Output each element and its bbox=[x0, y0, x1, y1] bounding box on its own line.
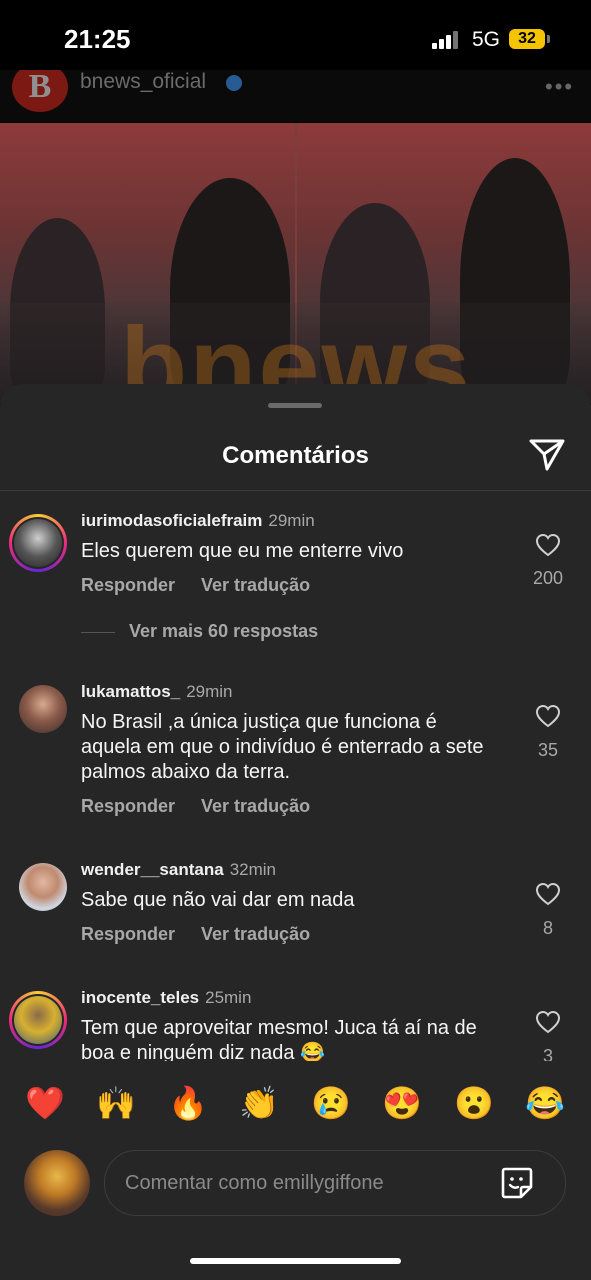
emoji-raised-hands[interactable]: 🙌 bbox=[96, 1084, 136, 1122]
like-count: 35 bbox=[537, 740, 559, 760]
comment-text: Tem que aproveitar mesmo! Juca tá aí na … bbox=[81, 1017, 477, 1061]
heart-icon[interactable] bbox=[535, 882, 561, 906]
drag-handle[interactable] bbox=[268, 403, 322, 408]
comment-text: Sabe que não vai dar em nada bbox=[81, 889, 355, 911]
translate-button[interactable]: Ver tradução bbox=[201, 924, 310, 944]
battery-tip bbox=[547, 35, 550, 43]
emoji-crying[interactable]: 😢 bbox=[311, 1084, 351, 1122]
status-bar: 21:25 5G 32 bbox=[0, 0, 591, 70]
avatar[interactable] bbox=[24, 1150, 90, 1216]
sticker-icon[interactable] bbox=[499, 1165, 535, 1201]
comment-actions: Responder Ver tradução bbox=[81, 796, 336, 817]
home-indicator[interactable] bbox=[190, 1258, 401, 1264]
comment-time: 25min bbox=[205, 988, 252, 1007]
emoji-laughing[interactable]: 😂 bbox=[525, 1084, 565, 1122]
comment-input-box[interactable] bbox=[104, 1150, 566, 1216]
avatar[interactable] bbox=[19, 685, 67, 733]
comment-time: 29min bbox=[268, 511, 315, 530]
comments-list[interactable]: iurimodasoficialefraim 29min Eles querem … bbox=[0, 491, 591, 1061]
emoji-clap[interactable]: 👏 bbox=[239, 1084, 279, 1122]
reply-button[interactable]: Responder bbox=[81, 796, 175, 816]
avatar[interactable] bbox=[19, 863, 67, 911]
comment-header: iurimodasoficialefraim 29min bbox=[81, 511, 315, 531]
heart-icon[interactable] bbox=[535, 1010, 561, 1034]
comment-composer bbox=[0, 1148, 591, 1218]
signal-icon bbox=[432, 31, 460, 49]
translate-button[interactable]: Ver tradução bbox=[201, 796, 310, 816]
emoji-surprised[interactable]: 😮 bbox=[454, 1084, 494, 1122]
comment-item: lukamattos_ 29min No Brasil ,a única just… bbox=[0, 682, 591, 832]
story-ring[interactable] bbox=[9, 991, 67, 1049]
view-replies-button[interactable]: Ver mais 60 respostas bbox=[81, 621, 318, 642]
battery-icon: 32 bbox=[509, 29, 545, 49]
comment-input[interactable] bbox=[123, 1167, 487, 1199]
sheet-title: Comentários bbox=[222, 442, 369, 469]
comment-actions: Responder Ver tradução bbox=[81, 924, 336, 945]
comment-username[interactable]: wender__santana bbox=[81, 860, 224, 879]
comment-item: inocente_teles 25min Tem que aproveitar m… bbox=[0, 988, 591, 1061]
network-label: 5G bbox=[472, 28, 501, 51]
translate-button[interactable]: Ver tradução bbox=[201, 575, 310, 595]
emoji-heart-eyes[interactable]: 😍 bbox=[382, 1084, 422, 1122]
comment-text: No Brasil ,a única justiça que funciona … bbox=[81, 711, 484, 783]
comment-username[interactable]: inocente_teles bbox=[81, 988, 199, 1007]
heart-icon[interactable] bbox=[535, 533, 561, 557]
comment-text: Eles querem que eu me enterre vivo bbox=[81, 540, 404, 562]
post-image: bnews bbox=[0, 123, 591, 403]
like-count: 3 bbox=[542, 1046, 553, 1061]
like-count: 200 bbox=[532, 568, 564, 588]
send-icon[interactable] bbox=[528, 438, 566, 472]
comment-item: wender__santana 32min Sabe que não vai da… bbox=[0, 860, 591, 960]
comment-time: 32min bbox=[229, 860, 276, 879]
more-options-icon[interactable]: ••• bbox=[545, 74, 574, 100]
story-ring[interactable] bbox=[9, 514, 67, 572]
verified-icon bbox=[226, 75, 242, 91]
like-count: 8 bbox=[542, 918, 553, 938]
comment-header: lukamattos_ 29min bbox=[81, 682, 233, 702]
emoji-fire[interactable]: 🔥 bbox=[168, 1084, 208, 1122]
comment-time: 29min bbox=[186, 682, 233, 701]
reply-button[interactable]: Responder bbox=[81, 924, 175, 944]
status-time: 21:25 bbox=[64, 24, 131, 54]
comment-actions: Responder Ver tradução bbox=[81, 575, 336, 596]
comment-username[interactable]: lukamattos_ bbox=[81, 682, 180, 701]
comment-header: wender__santana 32min bbox=[81, 860, 276, 880]
comments-sheet: Comentários iurimodasoficialefraim 29min … bbox=[0, 384, 591, 1280]
comment-item: iurimodasoficialefraim 29min Eles querem … bbox=[0, 511, 591, 661]
avatar bbox=[14, 519, 62, 567]
emoji-heart[interactable]: ❤️ bbox=[25, 1084, 65, 1122]
comment-username[interactable]: iurimodasoficialefraim bbox=[81, 511, 262, 530]
emoji-reaction-bar: ❤️ 🙌 🔥 👏 😢 😍 😮 😂 bbox=[0, 1064, 591, 1134]
avatar bbox=[14, 996, 62, 1044]
heart-icon[interactable] bbox=[535, 704, 561, 728]
post-username[interactable]: bnews_oficial bbox=[80, 70, 206, 94]
comment-header: inocente_teles 25min bbox=[81, 988, 251, 1008]
reply-button[interactable]: Responder bbox=[81, 575, 175, 595]
